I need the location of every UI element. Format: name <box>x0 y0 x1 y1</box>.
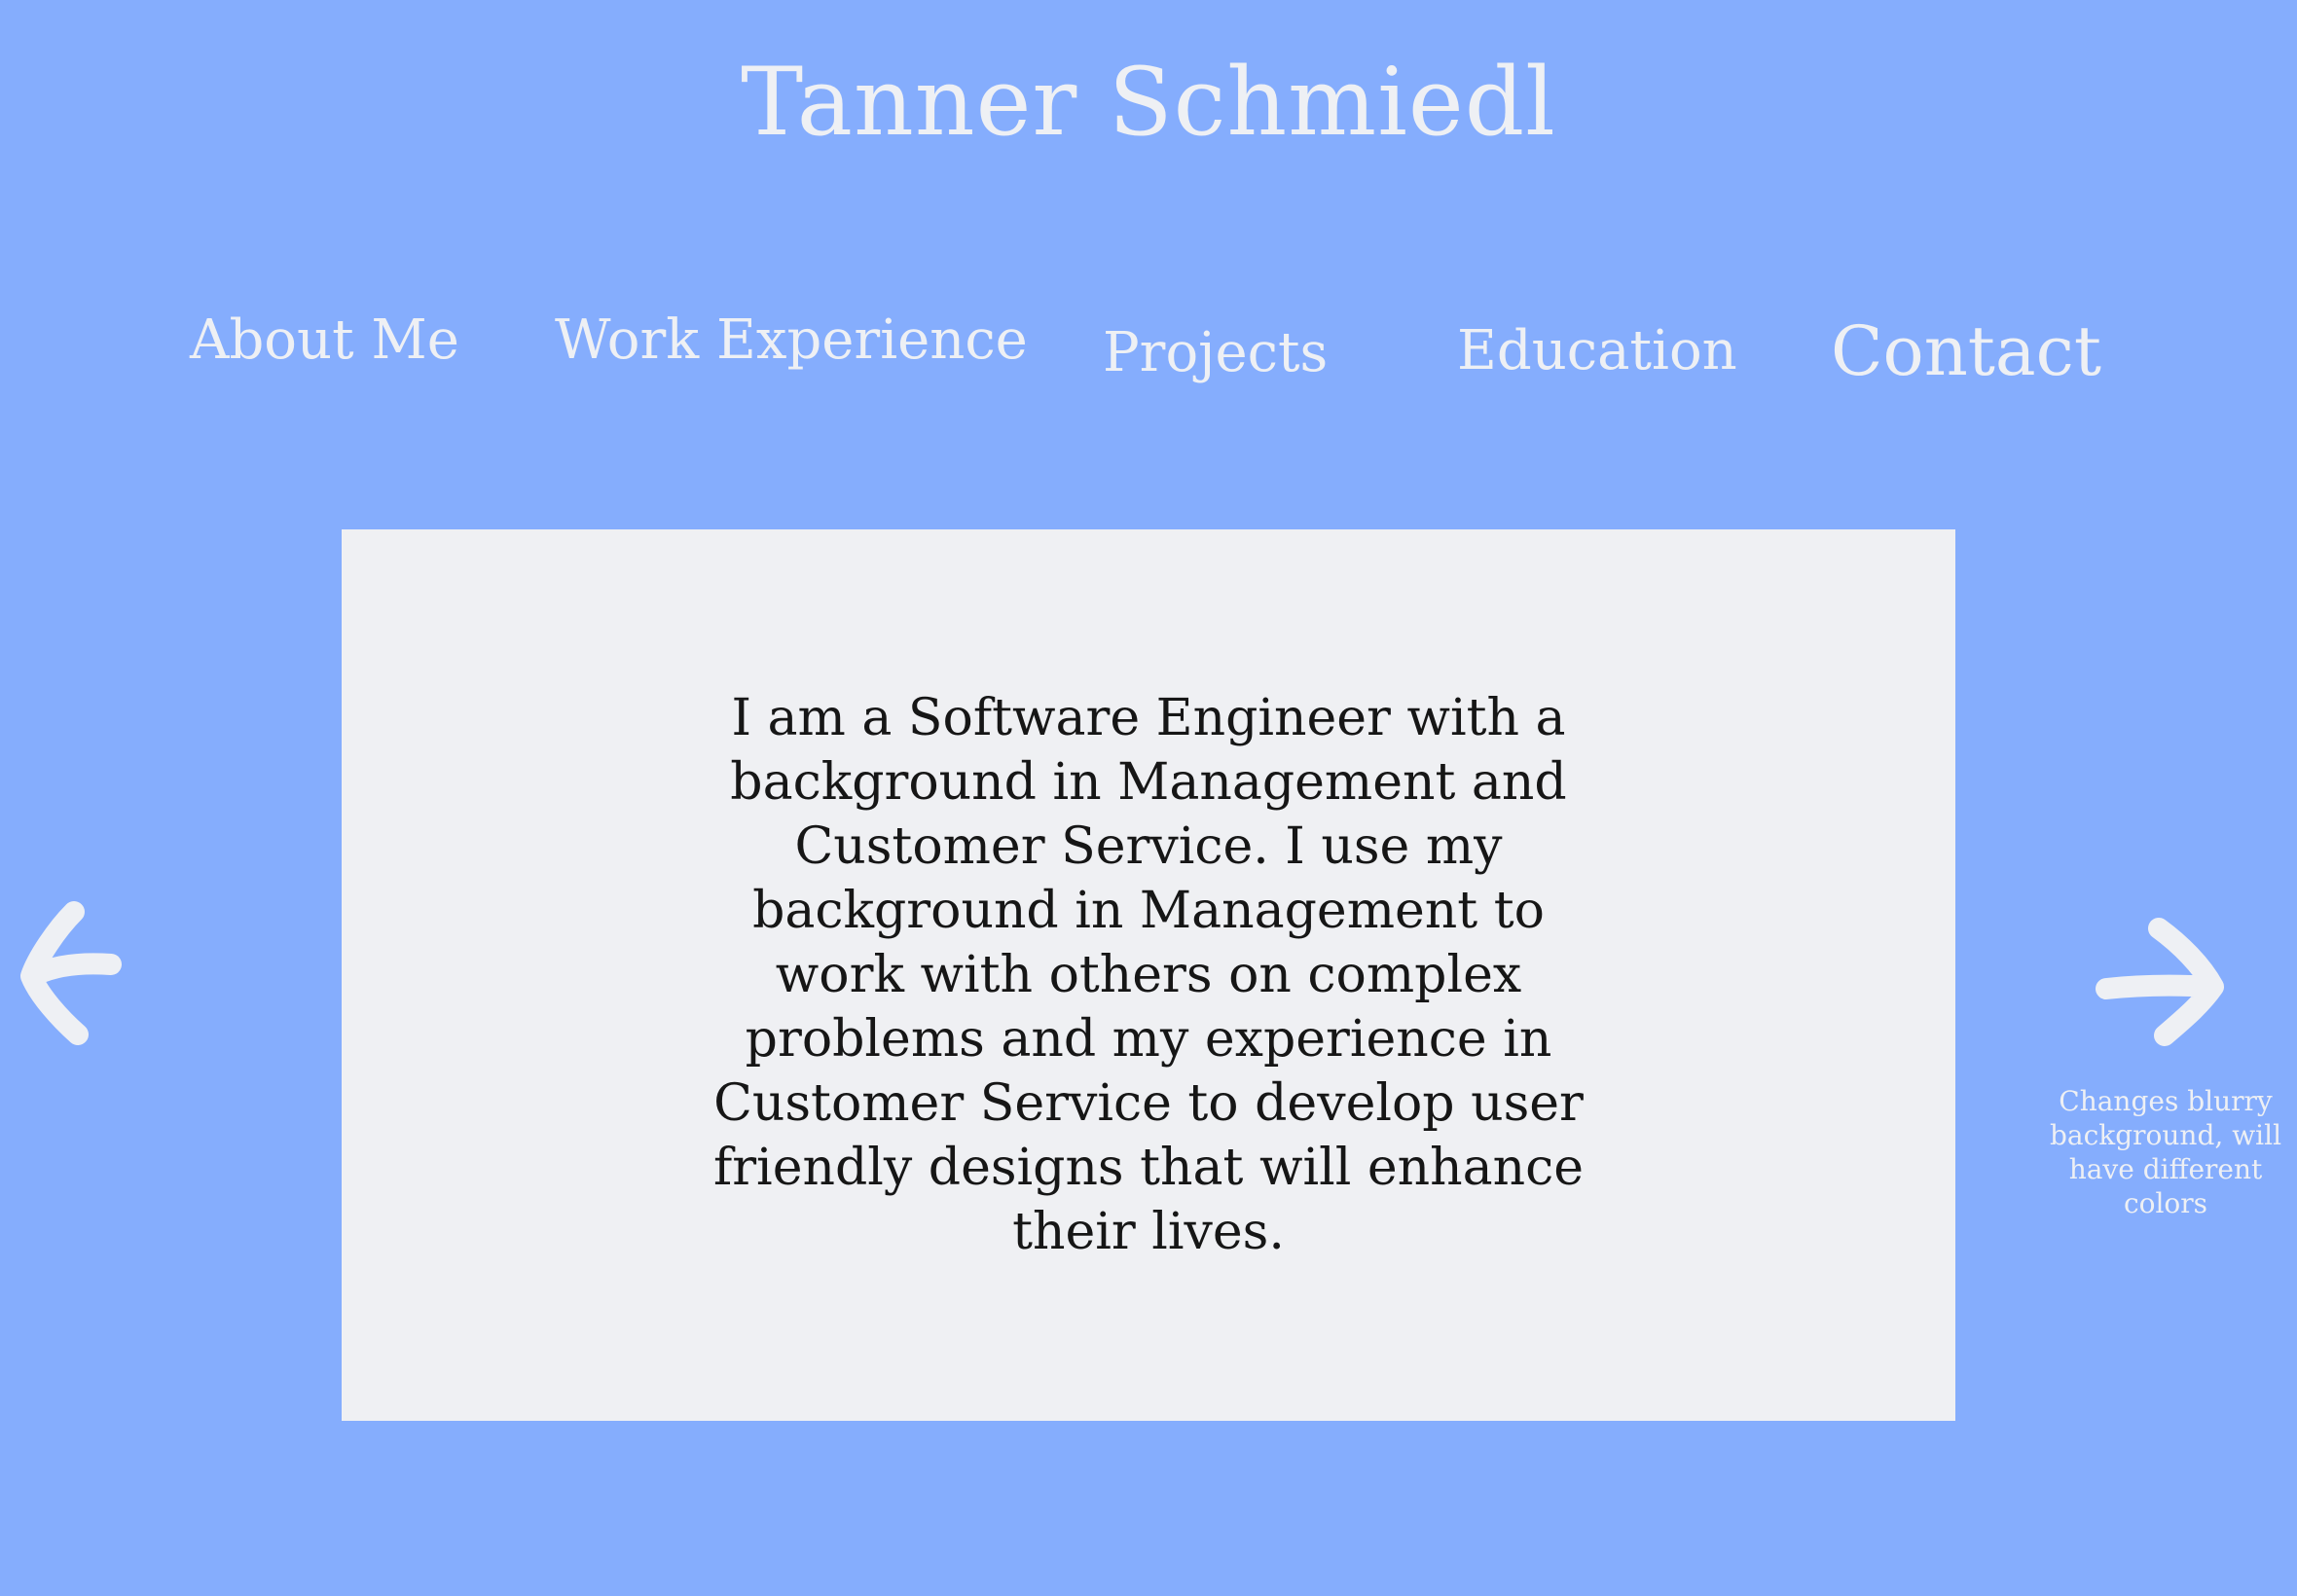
nav-work-experience[interactable]: Work Experience <box>555 313 1028 368</box>
prev-arrow-button[interactable] <box>18 900 127 1046</box>
arrow-left-icon <box>20 901 122 1045</box>
nav-contact[interactable]: Contact <box>1831 317 2101 385</box>
design-note: Changes blurry background, will have dif… <box>2049 1085 2282 1219</box>
site-title: Tanner Schmiedl <box>741 48 1556 157</box>
nav-about-me[interactable]: About Me <box>190 313 459 368</box>
bio-text: I am a Software Engineer with a backgrou… <box>712 689 1585 1261</box>
arrow-right-icon <box>2096 918 2224 1046</box>
next-arrow-button[interactable] <box>2093 915 2229 1051</box>
nav-projects[interactable]: Projects <box>1103 326 1328 381</box>
about-card: I am a Software Engineer with a backgrou… <box>342 529 1955 1421</box>
nav-education[interactable]: Education <box>1457 324 1737 379</box>
